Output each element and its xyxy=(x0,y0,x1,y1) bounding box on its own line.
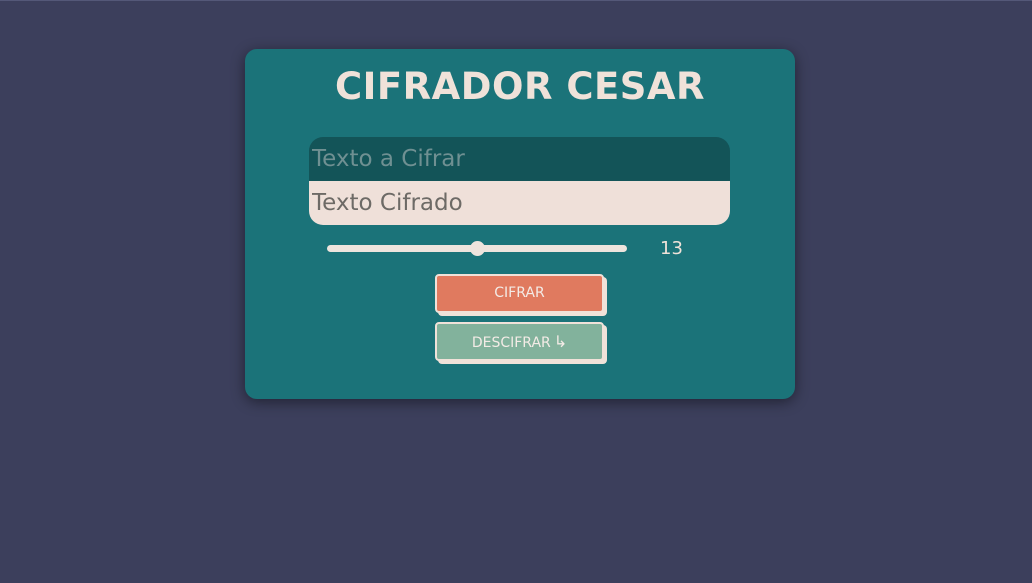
plain-text-input[interactable] xyxy=(309,137,730,181)
cifrar-button[interactable]: CIFRAR xyxy=(435,274,604,313)
cifrar-button-label: CIFRAR xyxy=(494,285,545,301)
page-title: CIFRADOR CESAR xyxy=(334,65,706,108)
text-fields xyxy=(309,137,730,225)
shift-slider-thumb[interactable] xyxy=(470,241,485,256)
ciphered-text-output[interactable] xyxy=(309,181,730,225)
descifrar-button[interactable]: DESCIFRAR ↳ xyxy=(435,322,604,361)
descifrar-button-label: DESCIFRAR xyxy=(471,335,551,351)
arrow-turn-right-icon: ↳ xyxy=(553,332,568,351)
cipher-card: CIFRADOR CESAR 13 CIFRAR DESCIFRAR↳ xyxy=(245,49,795,399)
top-border xyxy=(0,0,1032,1)
shift-value-label: 13 xyxy=(660,238,683,259)
shift-slider-row: 13 xyxy=(327,237,697,261)
